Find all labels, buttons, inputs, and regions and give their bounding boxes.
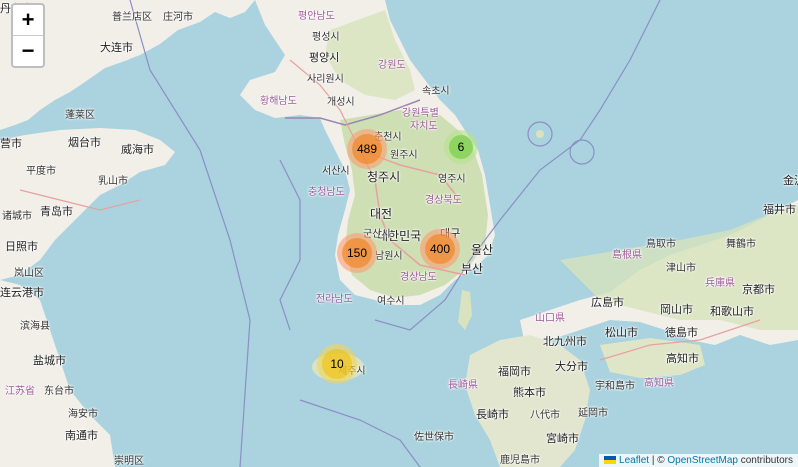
ukraine-flag-icon	[604, 456, 617, 465]
osm-link[interactable]: OpenStreetMap	[667, 455, 738, 466]
leaflet-link[interactable]: Leaflet	[619, 455, 649, 466]
cluster-marker-400[interactable]: 400	[420, 229, 460, 269]
maritime-border-2	[279, 159, 301, 331]
zoom-control: + −	[11, 3, 45, 68]
cluster-marker-489[interactable]: 489	[347, 129, 387, 169]
cluster-marker-6[interactable]: 6	[444, 130, 478, 164]
attribution-contributors: contributors	[737, 455, 793, 466]
cluster-marker-150[interactable]: 150	[337, 233, 377, 273]
map-view[interactable]: 평양시 평성시 평안남도 사리원시 황해남도 개성시 강원도 속초시 강원특별 …	[0, 0, 798, 467]
cluster-marker-10[interactable]: 10	[317, 344, 357, 384]
land-tsushima	[458, 290, 472, 330]
basemap	[0, 0, 798, 467]
cluster-count: 10	[322, 349, 352, 379]
maritime-border-1	[129, 0, 251, 467]
zoom-out-button[interactable]: −	[13, 35, 43, 66]
land-shandong	[0, 128, 175, 280]
cluster-count: 150	[342, 238, 372, 268]
attribution: Leaflet | © OpenStreetMap contributors	[599, 454, 798, 467]
attribution-separator: | ©	[649, 455, 668, 466]
cluster-count: 400	[425, 234, 455, 264]
land-ulleung	[536, 130, 544, 138]
dokdo-circle	[569, 139, 595, 165]
cluster-count: 489	[352, 134, 382, 164]
cluster-count: 6	[449, 135, 473, 159]
land-kyushu	[465, 335, 590, 467]
land-shikoku	[600, 338, 705, 378]
maritime-border-4	[299, 399, 421, 467]
zoom-in-button[interactable]: +	[13, 5, 43, 35]
land-jiangsu	[0, 280, 115, 467]
